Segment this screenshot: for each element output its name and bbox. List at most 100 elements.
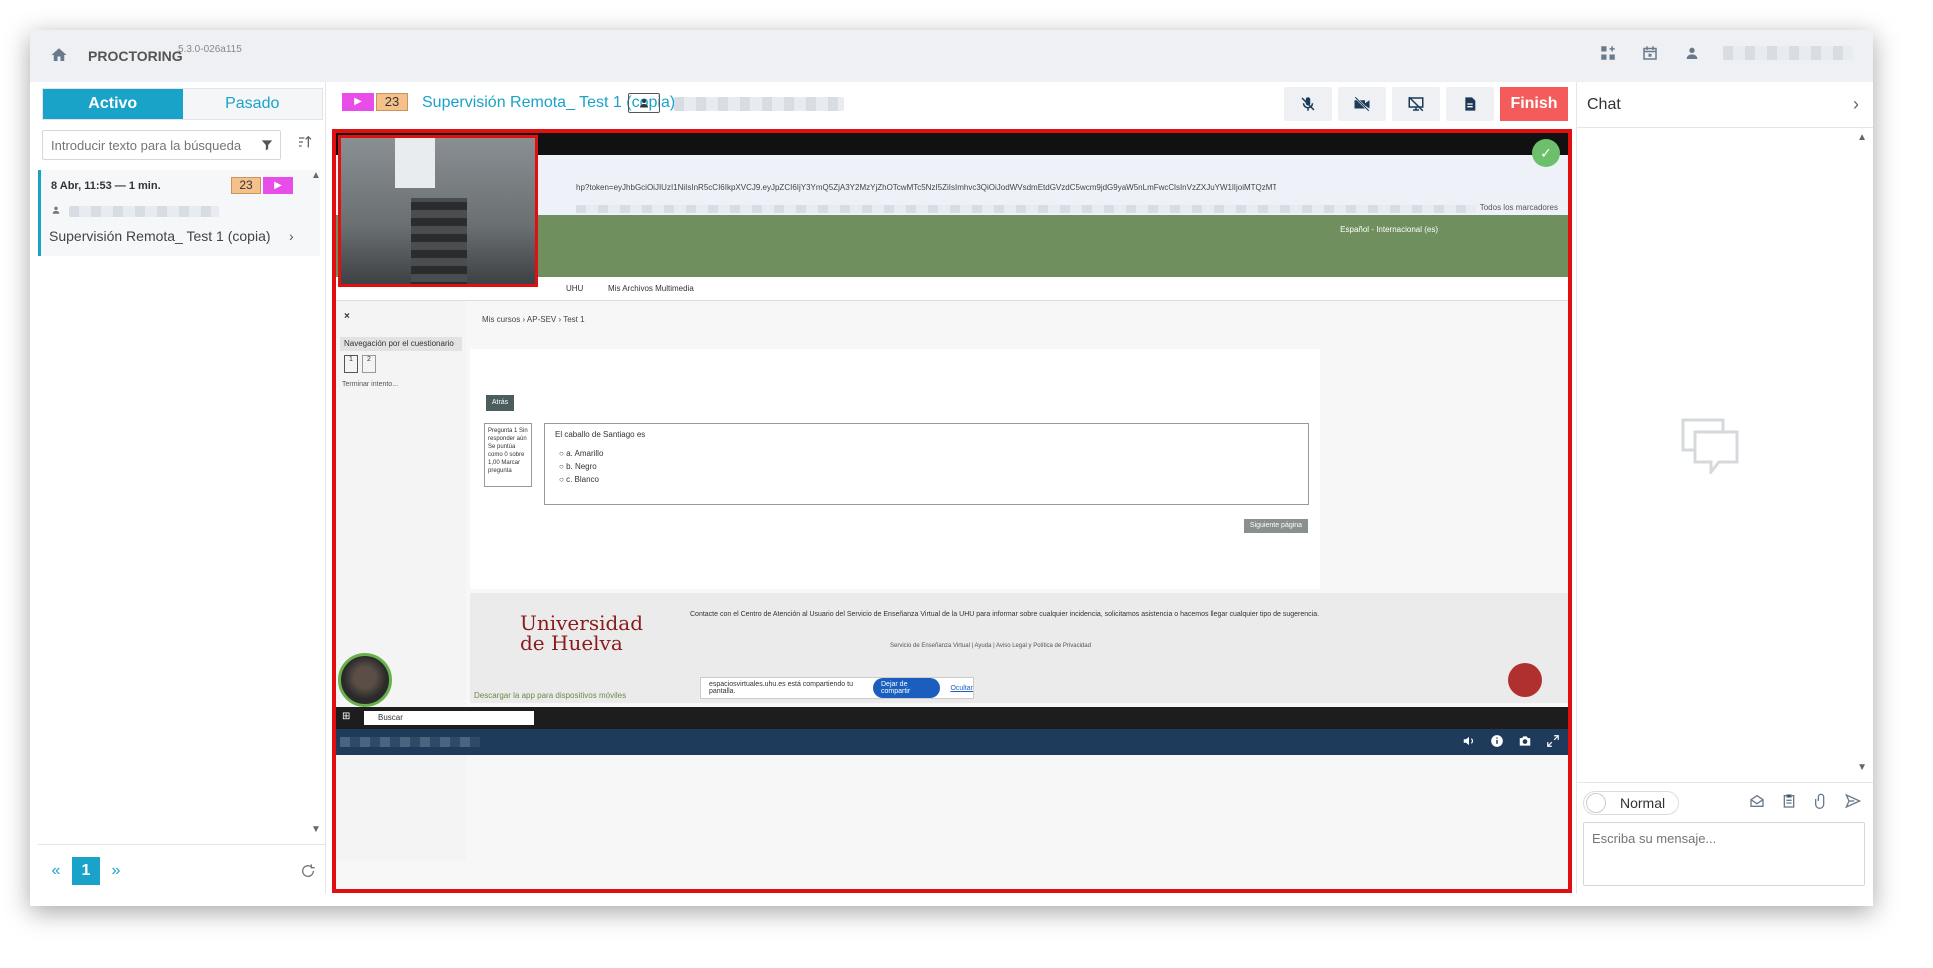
message-input[interactable]: [1583, 822, 1865, 886]
search-box: [42, 130, 281, 160]
os-taskbar: ⊞ Buscar: [336, 707, 1568, 729]
windows-icon: ⊞: [342, 711, 351, 722]
app-version: 5.3.0-026a115: [178, 44, 242, 55]
chat-panel: Chat › ▲ ▼ Normal: [1576, 82, 1873, 894]
user-icon: [51, 205, 61, 218]
camera-off-button[interactable]: [1338, 87, 1386, 121]
chat-controls: Normal: [1577, 782, 1873, 822]
chat-title: Chat: [1587, 96, 1621, 113]
user-icon[interactable]: [1681, 42, 1703, 64]
quiz-nav-header: Navegación por el cuestionario: [340, 337, 462, 351]
option-c: ○ c. Blanco: [559, 475, 599, 484]
chat-header: Chat ›: [1577, 82, 1873, 128]
camera-icon[interactable]: [1518, 734, 1532, 751]
contact-text: Contacte con el Centro de Atención al Us…: [690, 611, 1320, 618]
screen-share-notice: espaciosvirtuales.uhu.es está compartien…: [700, 677, 974, 699]
prev-page-button[interactable]: «: [42, 857, 70, 885]
dashboard-add-icon[interactable]: [1597, 42, 1619, 64]
taskbar-search: Buscar: [364, 711, 534, 725]
list-item[interactable]: 8 Abr, 11:53 — 1 min. 23 ▶ Supervisión R…: [38, 170, 320, 256]
session-date: 8 Abr, 11:53 — 1 min.: [51, 180, 161, 192]
question-2-button: 2: [362, 355, 376, 373]
question-1-button: 1: [344, 355, 358, 373]
stop-sharing-button: Dejar de compartir: [873, 678, 941, 698]
share-text: espaciosvirtuales.uhu.es está compartien…: [709, 681, 853, 695]
scroll-up-icon[interactable]: ▲: [311, 170, 321, 181]
quiz-panel: Atrás Pregunta 1 Sin responder aún Se pu…: [470, 349, 1320, 589]
small-webcam: [338, 653, 392, 707]
chevron-right-icon[interactable]: ›: [289, 228, 294, 244]
webcam-feed: [338, 135, 538, 287]
mode-label: Normal: [1620, 795, 1666, 811]
play-icon[interactable]: ▶: [263, 177, 293, 194]
user-button[interactable]: [628, 93, 660, 113]
send-icon[interactable]: [1845, 793, 1862, 814]
student-screen[interactable]: hp?token=eyJhbGciOiJIUzI1NiIsInR5cCI6Ikp…: [332, 129, 1572, 893]
bookmarks-bar: [576, 205, 1476, 213]
site-footer: Universidad de Huelva Contacte con el Ce…: [470, 593, 1568, 703]
app-download-link: Descargar la app para dispositivos móvil…: [474, 691, 627, 700]
session-tabs: Activo Pasado: [42, 88, 323, 120]
tab-activo[interactable]: Activo: [43, 89, 183, 119]
shield-icon: ✓: [1532, 139, 1560, 167]
play-icon[interactable]: ▶: [342, 93, 374, 111]
report-button[interactable]: [1446, 87, 1494, 121]
top-bar: PROCTORING 5.3.0-026a115: [30, 30, 1873, 82]
question-info: Pregunta 1 Sin responder aún Se puntúa c…: [484, 423, 532, 487]
chat-empty-icon: [1681, 418, 1739, 474]
chevron-right-icon[interactable]: ›: [1853, 94, 1859, 115]
chat-bubble-icon: [1508, 663, 1542, 697]
university-logo: Universidad de Huelva: [520, 611, 644, 655]
envelope-open-icon[interactable]: [1749, 793, 1765, 814]
toggle-knob: [1586, 793, 1606, 813]
filter-icon[interactable]: [260, 137, 274, 153]
next-page-button: Siguiente página: [1244, 519, 1308, 533]
attach-icon[interactable]: [1813, 793, 1829, 814]
bookmarks-label: Todos los marcadores: [1479, 203, 1558, 212]
sort-icon[interactable]: [297, 134, 313, 155]
screen-share-off-button[interactable]: [1392, 87, 1440, 121]
question-text: El caballo de Santiago es: [555, 430, 646, 439]
close-icon: ×: [344, 311, 350, 322]
user-name-redacted: [674, 97, 844, 111]
session-header: ▶ 23 Supervisión Remota_ Test 1 (copia) …: [330, 82, 1568, 128]
tab-pasado[interactable]: Pasado: [182, 89, 322, 119]
finish-button[interactable]: Finish: [1500, 87, 1568, 121]
student-face-redacted: [411, 198, 467, 284]
option-a: ○ a. Amarillo: [559, 449, 604, 458]
quiz-content: Mis cursos › AP-SEV › Test 1 Atrás Pregu…: [470, 301, 1330, 621]
scroll-down-icon[interactable]: ▼: [1857, 762, 1867, 773]
hide-link: Ocultar: [950, 684, 973, 692]
finish-attempt-link: Terminar intento...: [342, 381, 399, 388]
app-title: PROCTORING: [88, 48, 183, 64]
refresh-icon[interactable]: [300, 863, 316, 884]
browser-url: hp?token=eyJhbGciOiJIUzI1NiIsInR5cCI6Ikp…: [576, 183, 1276, 192]
quiz-nav-sidebar: × Navegación por el cuestionario 1 2 Ter…: [336, 301, 466, 861]
footer-links: Servicio de Enseñanza Virtual | Ayuda | …: [890, 643, 1091, 649]
count-badge: 23: [231, 177, 261, 194]
info-icon[interactable]: [1490, 734, 1504, 751]
user-name-redacted: [69, 206, 219, 217]
user-name-redacted[interactable]: [1723, 46, 1853, 60]
student-name-redacted: [340, 737, 480, 747]
clipboard-icon[interactable]: [1781, 793, 1797, 814]
question-box: El caballo de Santiago es ○ a. Amarillo …: [544, 423, 1309, 505]
current-page-button[interactable]: 1: [72, 857, 100, 885]
count-badge: 23: [376, 93, 408, 111]
volume-icon[interactable]: [1462, 734, 1476, 751]
fullscreen-icon[interactable]: [1546, 734, 1560, 751]
mute-mic-button[interactable]: [1284, 87, 1332, 121]
search-input[interactable]: [51, 137, 251, 153]
next-page-button[interactable]: »: [102, 857, 130, 885]
sessions-panel: Activo Pasado 8 Abr, 11:53 — 1 min. 23 ▶…: [38, 82, 326, 894]
language-selector: Español - Internacional (es): [1340, 225, 1438, 234]
pagination: « 1 »: [38, 844, 326, 894]
breadcrumb: Mis cursos › AP-SEV › Test 1: [482, 315, 585, 324]
mode-toggle[interactable]: Normal: [1583, 791, 1679, 815]
calendar-icon[interactable]: [1639, 42, 1661, 64]
screen-controls-bar: [336, 729, 1568, 755]
menu-item-archivos: Mis Archivos Multimedia: [608, 284, 694, 293]
scroll-down-icon[interactable]: ▼: [311, 824, 321, 835]
home-icon[interactable]: [50, 46, 68, 64]
scroll-up-icon[interactable]: ▲: [1857, 132, 1867, 143]
